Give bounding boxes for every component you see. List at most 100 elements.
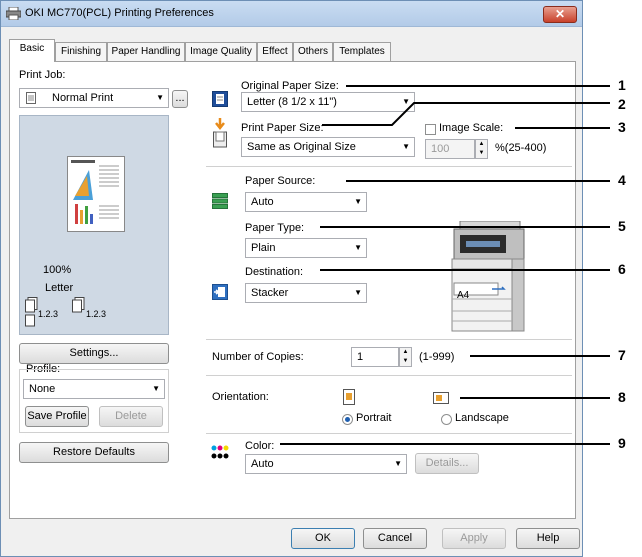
paper-type-dropdown[interactable]: Plain ▼ xyxy=(245,238,367,258)
callout-number-1: 1 xyxy=(618,77,626,93)
print-job-dropdown[interactable]: Normal Print ▼ xyxy=(19,88,169,108)
collate-icon-b xyxy=(72,297,85,313)
callout-number-5: 5 xyxy=(618,218,626,234)
callout-line-4 xyxy=(346,180,610,182)
chevron-down-icon: ▼ xyxy=(354,243,362,252)
print-job-more-button[interactable]: ... xyxy=(172,90,188,108)
landscape-label: Landscape xyxy=(455,412,509,424)
callout-line-9 xyxy=(280,443,610,445)
print-paper-size-dropdown[interactable]: Same as Original Size ▼ xyxy=(241,137,415,157)
preview-paper-size: Letter xyxy=(45,282,74,294)
portrait-label: Portrait xyxy=(356,412,392,424)
tab-finishing[interactable]: Finishing xyxy=(55,42,107,61)
callout-number-8: 8 xyxy=(618,389,626,405)
close-button[interactable]: ✕ xyxy=(543,6,577,23)
apply-button[interactable]: Apply xyxy=(442,528,506,549)
printer-icon xyxy=(6,7,21,20)
destination-value: Stacker xyxy=(251,287,289,299)
paper-source-label: Paper Source: xyxy=(245,175,316,187)
separator xyxy=(206,433,572,434)
print-job-value: Normal Print xyxy=(52,92,114,104)
callout-line-1 xyxy=(346,85,610,87)
copies-range: (1-999) xyxy=(419,351,455,363)
cancel-button[interactable]: Cancel xyxy=(363,528,427,549)
collate-icon xyxy=(25,297,38,327)
paper-tray-icon xyxy=(212,193,228,209)
chevron-down-icon: ▼ xyxy=(354,197,362,206)
printer-illustration xyxy=(451,221,525,332)
tab-effect[interactable]: Effect xyxy=(257,42,293,61)
color-label: Color: xyxy=(245,440,275,452)
restore-defaults-button[interactable]: Restore Defaults xyxy=(19,442,169,463)
destination-dropdown[interactable]: Stacker ▼ xyxy=(245,283,367,303)
paper-source-value: Auto xyxy=(251,196,274,208)
chevron-down-icon: ▼ xyxy=(152,384,160,393)
image-scale-spinner[interactable]: ▲ ▼ xyxy=(475,139,488,159)
portrait-radio[interactable] xyxy=(342,414,353,425)
color-icon xyxy=(211,445,229,459)
page-preview: 100% Letter 1.2.3 1.2.3 xyxy=(19,115,169,335)
callout-line-2 xyxy=(322,102,610,126)
copies-spinner[interactable]: ▲ ▼ xyxy=(399,347,412,367)
destination-label: Destination: xyxy=(245,266,304,278)
paper-source-dropdown[interactable]: Auto ▼ xyxy=(245,192,367,212)
delete-profile-button[interactable]: Delete xyxy=(99,406,163,427)
help-button[interactable]: Help xyxy=(516,528,580,549)
window-title: OKI MC770(PCL) Printing Preferences xyxy=(25,7,214,19)
callout-number-2: 2 xyxy=(618,96,626,112)
document-icon xyxy=(26,92,36,104)
color-dropdown[interactable]: Auto ▼ xyxy=(245,454,407,474)
profile-value: None xyxy=(29,383,56,395)
callout-line-7 xyxy=(470,355,610,357)
profile-dropdown[interactable]: None ▼ xyxy=(23,379,165,399)
title-bar: OKI MC770(PCL) Printing Preferences ✕ xyxy=(1,1,582,27)
details-button[interactable]: Details... xyxy=(415,453,479,474)
callout-line-5 xyxy=(320,226,610,228)
save-profile-button[interactable]: Save Profile xyxy=(25,406,89,427)
landscape-icon xyxy=(433,392,449,404)
collate-label-a: 1.2.3 xyxy=(38,309,59,319)
callout-line-8 xyxy=(460,397,610,399)
ok-button[interactable]: OK xyxy=(291,528,355,549)
tab-image-quality[interactable]: Image Quality xyxy=(185,42,257,61)
tab-paper-handling[interactable]: Paper Handling xyxy=(107,42,185,61)
print-paper-size-label: Print Paper Size: xyxy=(241,122,324,134)
print-paper-icon xyxy=(213,118,227,148)
paper-type-label: Paper Type: xyxy=(245,222,305,234)
landscape-radio[interactable] xyxy=(441,414,452,425)
callout-line-3 xyxy=(515,127,610,129)
orientation-label: Orientation: xyxy=(212,391,269,403)
tray-size-label: A4 xyxy=(457,290,470,301)
callout-number-6: 6 xyxy=(618,261,626,277)
color-value: Auto xyxy=(251,458,274,470)
chevron-down-icon: ▼ xyxy=(402,142,410,151)
copies-input[interactable]: 1 xyxy=(351,347,399,367)
paper-type-value: Plain xyxy=(251,242,276,254)
printing-preferences-window: OKI MC770(PCL) Printing Preferences ✕ Ba… xyxy=(0,0,583,557)
page-thumbnail xyxy=(67,156,125,232)
print-job-label: Print Job: xyxy=(19,69,66,81)
separator xyxy=(206,375,572,376)
callout-line-6 xyxy=(320,269,610,271)
original-paper-icon xyxy=(212,91,228,107)
tab-templates[interactable]: Templates xyxy=(333,42,391,61)
callout-number-7: 7 xyxy=(618,347,626,363)
preview-zoom: 100% xyxy=(43,264,72,276)
settings-button[interactable]: Settings... xyxy=(19,343,169,364)
callout-number-9: 9 xyxy=(618,435,626,451)
print-paper-size-value: Same as Original Size xyxy=(247,141,356,153)
chevron-down-icon: ▼ xyxy=(156,93,164,102)
image-scale-range: %(25-400) xyxy=(495,142,547,154)
chevron-down-icon: ▼ xyxy=(354,288,362,297)
callout-number-4: 4 xyxy=(618,172,626,188)
destination-icon xyxy=(212,284,228,300)
image-scale-input[interactable]: 100 xyxy=(425,139,475,159)
collate-label-b: 1.2.3 xyxy=(86,309,107,319)
tab-basic[interactable]: Basic xyxy=(9,39,55,62)
tab-others[interactable]: Others xyxy=(293,42,333,61)
chevron-down-icon: ▼ xyxy=(394,459,402,468)
separator xyxy=(206,166,572,167)
copies-label: Number of Copies: xyxy=(212,351,304,363)
original-paper-size-label: Original Paper Size: xyxy=(241,80,339,92)
separator xyxy=(206,339,572,340)
